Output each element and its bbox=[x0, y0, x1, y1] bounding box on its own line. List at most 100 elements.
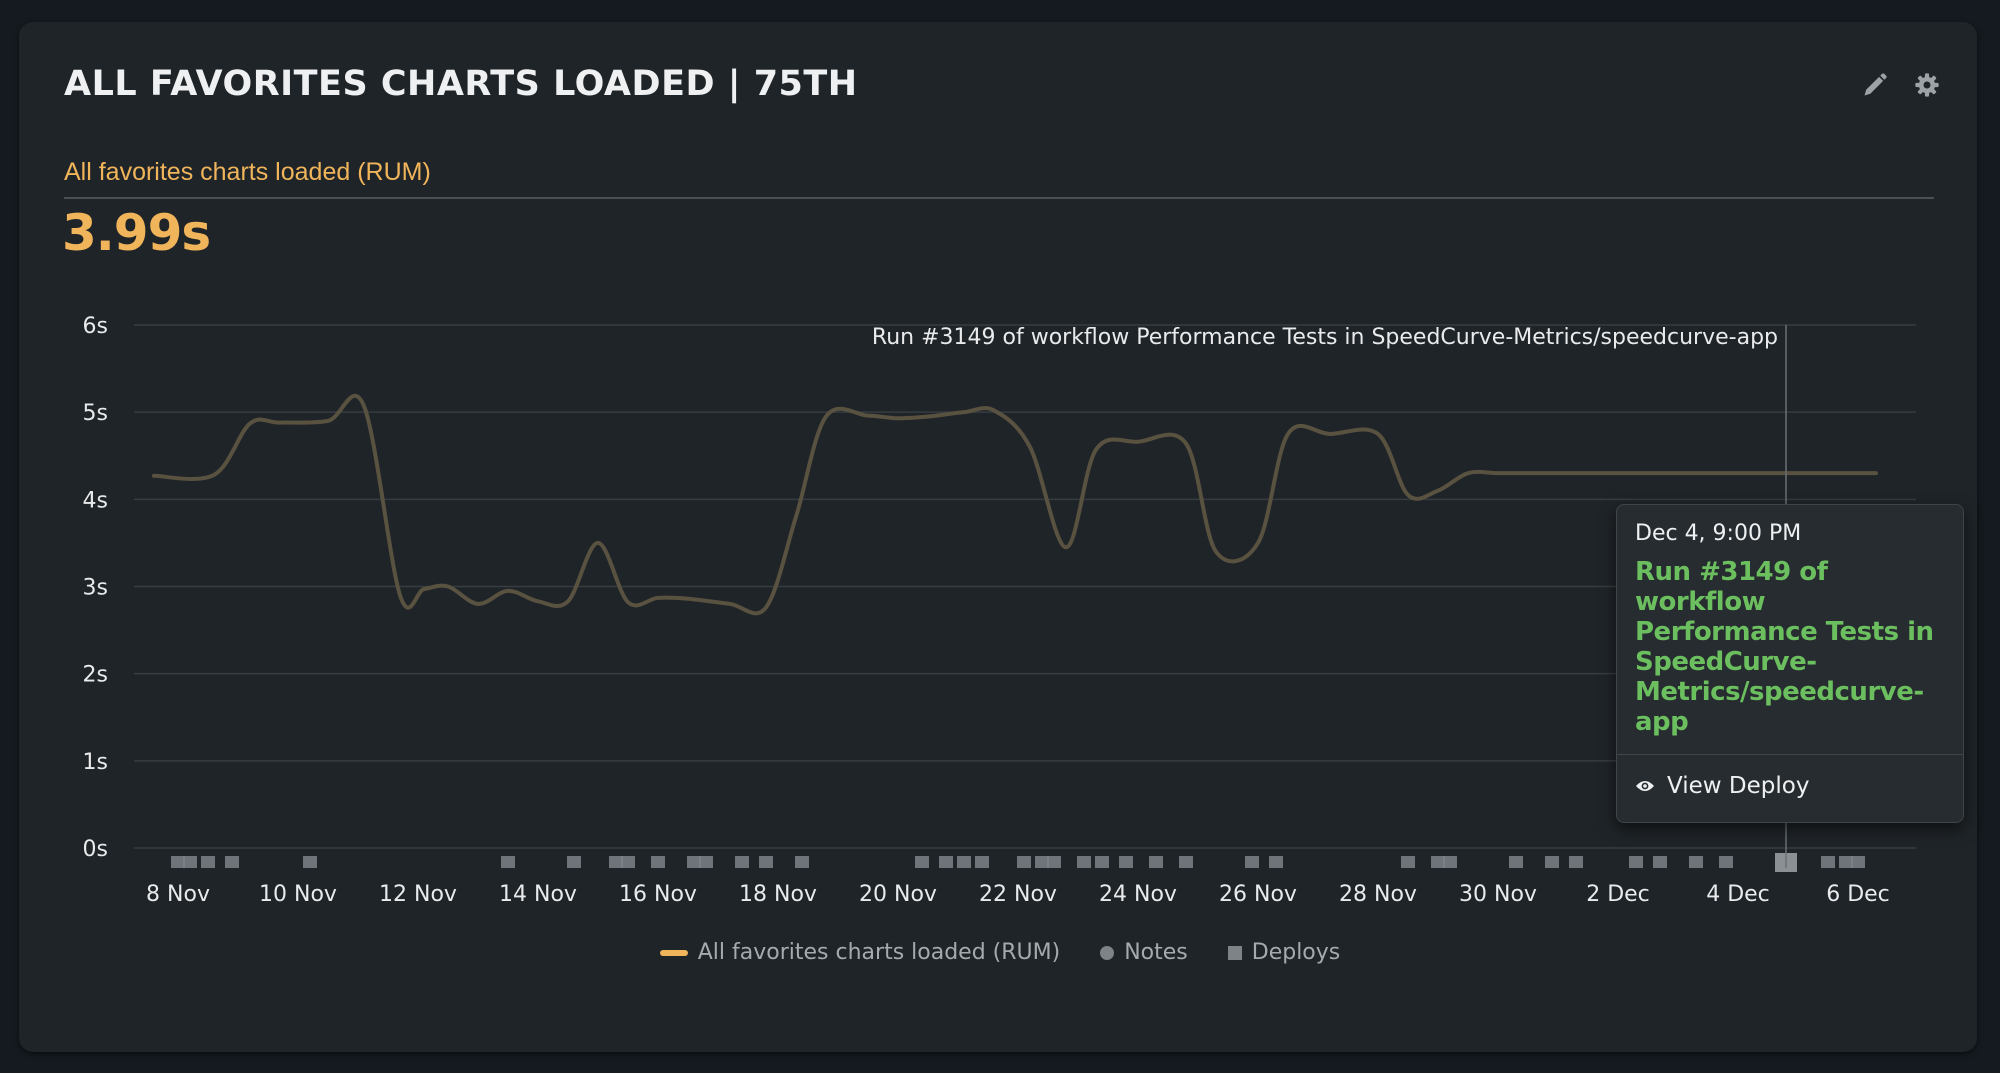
deploy-marker[interactable] bbox=[759, 856, 773, 868]
data-point[interactable] bbox=[592, 537, 604, 549]
deploy-marker[interactable] bbox=[699, 856, 713, 868]
data-point[interactable] bbox=[1282, 428, 1294, 440]
deploy-marker[interactable] bbox=[1017, 856, 1031, 868]
data-point[interactable] bbox=[622, 596, 634, 608]
deploy-marker[interactable] bbox=[303, 856, 317, 868]
deploy-marker[interactable] bbox=[1095, 856, 1109, 868]
data-point[interactable] bbox=[682, 593, 694, 605]
data-point[interactable] bbox=[358, 400, 370, 412]
data-point[interactable] bbox=[148, 470, 160, 482]
data-point[interactable] bbox=[862, 410, 874, 422]
deploy-marker[interactable] bbox=[1821, 856, 1835, 868]
deploy-marker[interactable] bbox=[1629, 856, 1643, 868]
deploy-marker[interactable] bbox=[501, 856, 515, 868]
deploy-marker[interactable] bbox=[1839, 856, 1853, 868]
view-deploy-link[interactable]: View Deploy bbox=[1635, 773, 1809, 799]
deploy-marker[interactable] bbox=[1401, 856, 1415, 868]
data-point[interactable] bbox=[1816, 467, 1828, 479]
data-point[interactable] bbox=[1492, 467, 1504, 479]
data-point[interactable] bbox=[760, 601, 772, 613]
data-point[interactable] bbox=[1210, 546, 1222, 558]
data-point[interactable] bbox=[1024, 441, 1036, 453]
data-point[interactable] bbox=[322, 415, 334, 427]
data-point[interactable] bbox=[1324, 428, 1336, 440]
data-point[interactable] bbox=[208, 469, 220, 481]
deploy-tooltip: Dec 4, 9:00 PM Run #3149 of workflow Per… bbox=[1616, 504, 1964, 823]
data-point[interactable] bbox=[790, 511, 802, 523]
deploy-marker[interactable] bbox=[735, 856, 749, 868]
data-point[interactable] bbox=[442, 581, 454, 593]
deploy-marker[interactable] bbox=[939, 856, 953, 868]
data-point[interactable] bbox=[274, 417, 286, 429]
data-point[interactable] bbox=[1870, 467, 1882, 479]
deploy-marker[interactable] bbox=[1689, 856, 1703, 868]
deploy-marker[interactable] bbox=[975, 856, 989, 868]
data-point[interactable] bbox=[652, 592, 664, 604]
data-point[interactable] bbox=[1132, 436, 1144, 448]
data-point[interactable] bbox=[244, 417, 256, 429]
data-point[interactable] bbox=[820, 411, 832, 423]
deploy-marker[interactable] bbox=[1269, 856, 1283, 868]
x-tick-label: 22 Nov bbox=[979, 882, 1057, 907]
deploy-marker[interactable] bbox=[1569, 856, 1583, 868]
deploy-marker[interactable] bbox=[795, 856, 809, 868]
data-point[interactable] bbox=[1252, 537, 1264, 549]
deploy-marker[interactable] bbox=[225, 856, 239, 868]
data-point[interactable] bbox=[1846, 467, 1858, 479]
deploy-marker[interactable] bbox=[1077, 856, 1091, 868]
data-point[interactable] bbox=[1090, 444, 1102, 456]
data-point[interactable] bbox=[1624, 467, 1636, 479]
legend-item-notes[interactable]: Notes bbox=[1100, 940, 1188, 965]
deploy-marker[interactable] bbox=[609, 856, 623, 868]
data-point[interactable] bbox=[1462, 467, 1474, 479]
deploy-marker[interactable] bbox=[1245, 856, 1259, 868]
deploy-marker[interactable] bbox=[1509, 856, 1523, 868]
data-point[interactable] bbox=[724, 598, 736, 610]
deploy-marker[interactable] bbox=[651, 856, 665, 868]
deploy-marker[interactable] bbox=[957, 856, 971, 868]
data-point[interactable] bbox=[1180, 438, 1192, 450]
data-point[interactable] bbox=[532, 595, 544, 607]
data-point[interactable] bbox=[1372, 428, 1384, 440]
data-point[interactable] bbox=[988, 404, 1000, 416]
deploy-marker[interactable] bbox=[1851, 856, 1865, 868]
data-point[interactable] bbox=[958, 406, 970, 418]
legend-item-series[interactable]: All favorites charts loaded (RUM) bbox=[659, 940, 1060, 965]
deploy-marker[interactable] bbox=[171, 856, 185, 868]
data-point[interactable] bbox=[1402, 489, 1414, 501]
deploy-marker[interactable] bbox=[621, 856, 635, 868]
deploy-marker[interactable] bbox=[687, 856, 701, 868]
data-point[interactable] bbox=[1702, 467, 1714, 479]
data-point[interactable] bbox=[394, 589, 406, 601]
data-point[interactable] bbox=[1060, 541, 1072, 553]
x-tick-label: 26 Nov bbox=[1219, 882, 1297, 907]
deploy-marker[interactable] bbox=[1119, 856, 1133, 868]
data-point[interactable] bbox=[1528, 467, 1540, 479]
deploy-marker[interactable] bbox=[1179, 856, 1193, 868]
deploy-marker[interactable] bbox=[183, 856, 197, 868]
deploy-marker[interactable] bbox=[567, 856, 581, 868]
deploy-marker[interactable] bbox=[1545, 856, 1559, 868]
deploy-marker[interactable] bbox=[1047, 856, 1061, 868]
deploy-marker[interactable] bbox=[1431, 856, 1445, 868]
deploy-marker[interactable] bbox=[915, 856, 929, 868]
legend-item-deploys[interactable]: Deploys bbox=[1227, 940, 1340, 965]
data-point[interactable] bbox=[1570, 467, 1582, 479]
data-point[interactable] bbox=[892, 412, 904, 424]
data-point[interactable] bbox=[562, 595, 574, 607]
data-point[interactable] bbox=[922, 411, 934, 423]
data-point[interactable] bbox=[1756, 467, 1768, 479]
deploy-marker[interactable] bbox=[1443, 856, 1457, 868]
data-point[interactable] bbox=[1432, 485, 1444, 497]
deploy-marker[interactable] bbox=[1653, 856, 1667, 868]
deploy-marker[interactable] bbox=[1149, 856, 1163, 868]
data-point[interactable] bbox=[1600, 467, 1612, 479]
deploy-marker[interactable] bbox=[1719, 856, 1733, 868]
data-point[interactable] bbox=[418, 583, 430, 595]
data-point[interactable] bbox=[1732, 467, 1744, 479]
data-point[interactable] bbox=[502, 585, 514, 597]
deploy-marker[interactable] bbox=[201, 856, 215, 868]
deploy-marker[interactable] bbox=[1035, 856, 1049, 868]
data-point[interactable] bbox=[1654, 467, 1666, 479]
data-point[interactable] bbox=[472, 598, 484, 610]
